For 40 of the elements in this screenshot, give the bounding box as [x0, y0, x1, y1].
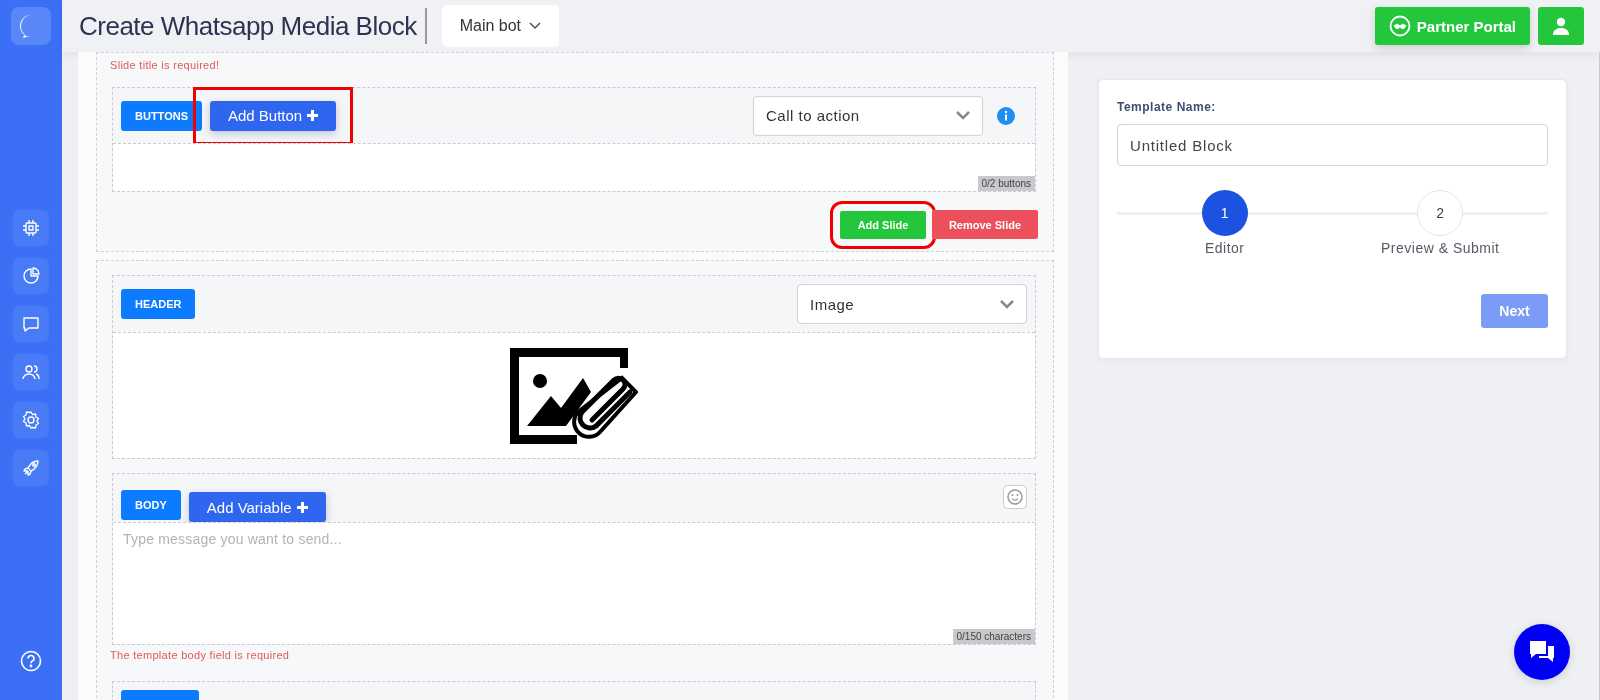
bot-selector[interactable]: Main bot: [441, 5, 560, 47]
chip-icon[interactable]: [13, 210, 49, 246]
plus-icon: [307, 110, 319, 121]
button-counter: 0/2 buttons: [977, 176, 1035, 191]
chat-bubble-icon[interactable]: [13, 306, 49, 342]
character-counter: 0/150 characters: [952, 629, 1035, 644]
chevron-down-icon: [529, 22, 542, 30]
message-field[interactable]: Type message you want to send... 0/150 characters: [113, 522, 1035, 644]
section-label: BODY: [121, 490, 181, 520]
user-profile-button[interactable]: [1538, 7, 1584, 45]
handshake-icon: [1388, 15, 1411, 37]
info-icon[interactable]: [997, 106, 1015, 125]
chat-button[interactable]: [1514, 624, 1570, 680]
section-label: BUTTONS: [121, 100, 202, 131]
users-icon[interactable]: [13, 354, 49, 390]
step-label: Editor: [1204, 240, 1245, 256]
rocket-icon[interactable]: [13, 450, 49, 486]
chevron-down-icon: [1000, 299, 1014, 309]
add-button[interactable]: Add Variable: [188, 492, 326, 522]
step-circle[interactable]: 2: [1417, 190, 1464, 236]
settings-icon[interactable]: [13, 402, 49, 438]
pie-chart-icon[interactable]: [13, 258, 49, 294]
section-label: HEADER: [121, 289, 196, 319]
emoji-icon[interactable]: [1003, 485, 1027, 509]
template-name-field[interactable]: Untitled Block: [1117, 124, 1548, 166]
user-icon: [1553, 17, 1569, 35]
step-label: Preview & Submit: [1381, 240, 1500, 256]
chat-bubbles-icon: [1528, 639, 1556, 665]
type-select[interactable]: Image: [797, 284, 1027, 324]
type-select[interactable]: Call to action: [753, 95, 983, 136]
image-attachment-icon[interactable]: [510, 347, 638, 444]
chevron-down-icon: [956, 111, 970, 120]
add-button[interactable]: Add Button: [209, 100, 337, 131]
plus-icon: [296, 501, 308, 513]
field-label: Template Name:: [1117, 100, 1217, 114]
remove-slide-button[interactable]: Remove Slide: [932, 210, 1038, 239]
step-circle[interactable]: 1: [1201, 190, 1248, 236]
page-title: Create Whatsapp Media Block: [79, 8, 427, 44]
error-message: The template body field is required: [110, 649, 291, 661]
error-message: Slide title is required!: [110, 59, 221, 71]
